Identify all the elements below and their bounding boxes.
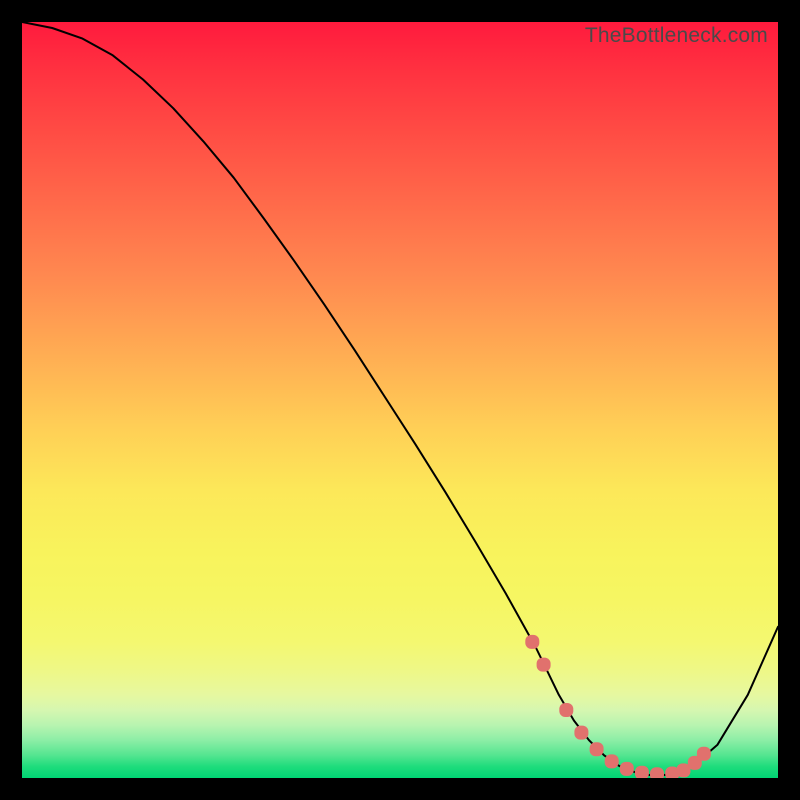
chart-svg — [22, 22, 778, 778]
highlight-marker — [605, 754, 619, 768]
highlight-marker — [559, 703, 573, 717]
watermark-label: TheBottleneck.com — [585, 24, 768, 48]
highlight-marker — [650, 767, 664, 778]
highlight-marker — [697, 747, 711, 761]
highlight-marker — [620, 762, 634, 776]
highlight-markers-group — [525, 635, 711, 778]
highlight-marker — [590, 742, 604, 756]
highlight-marker — [537, 658, 551, 672]
chart-plot-area: TheBottleneck.com — [22, 22, 778, 778]
highlight-marker — [635, 766, 649, 778]
highlight-marker — [574, 726, 588, 740]
bottleneck-curve — [22, 22, 778, 775]
highlight-marker — [525, 635, 539, 649]
